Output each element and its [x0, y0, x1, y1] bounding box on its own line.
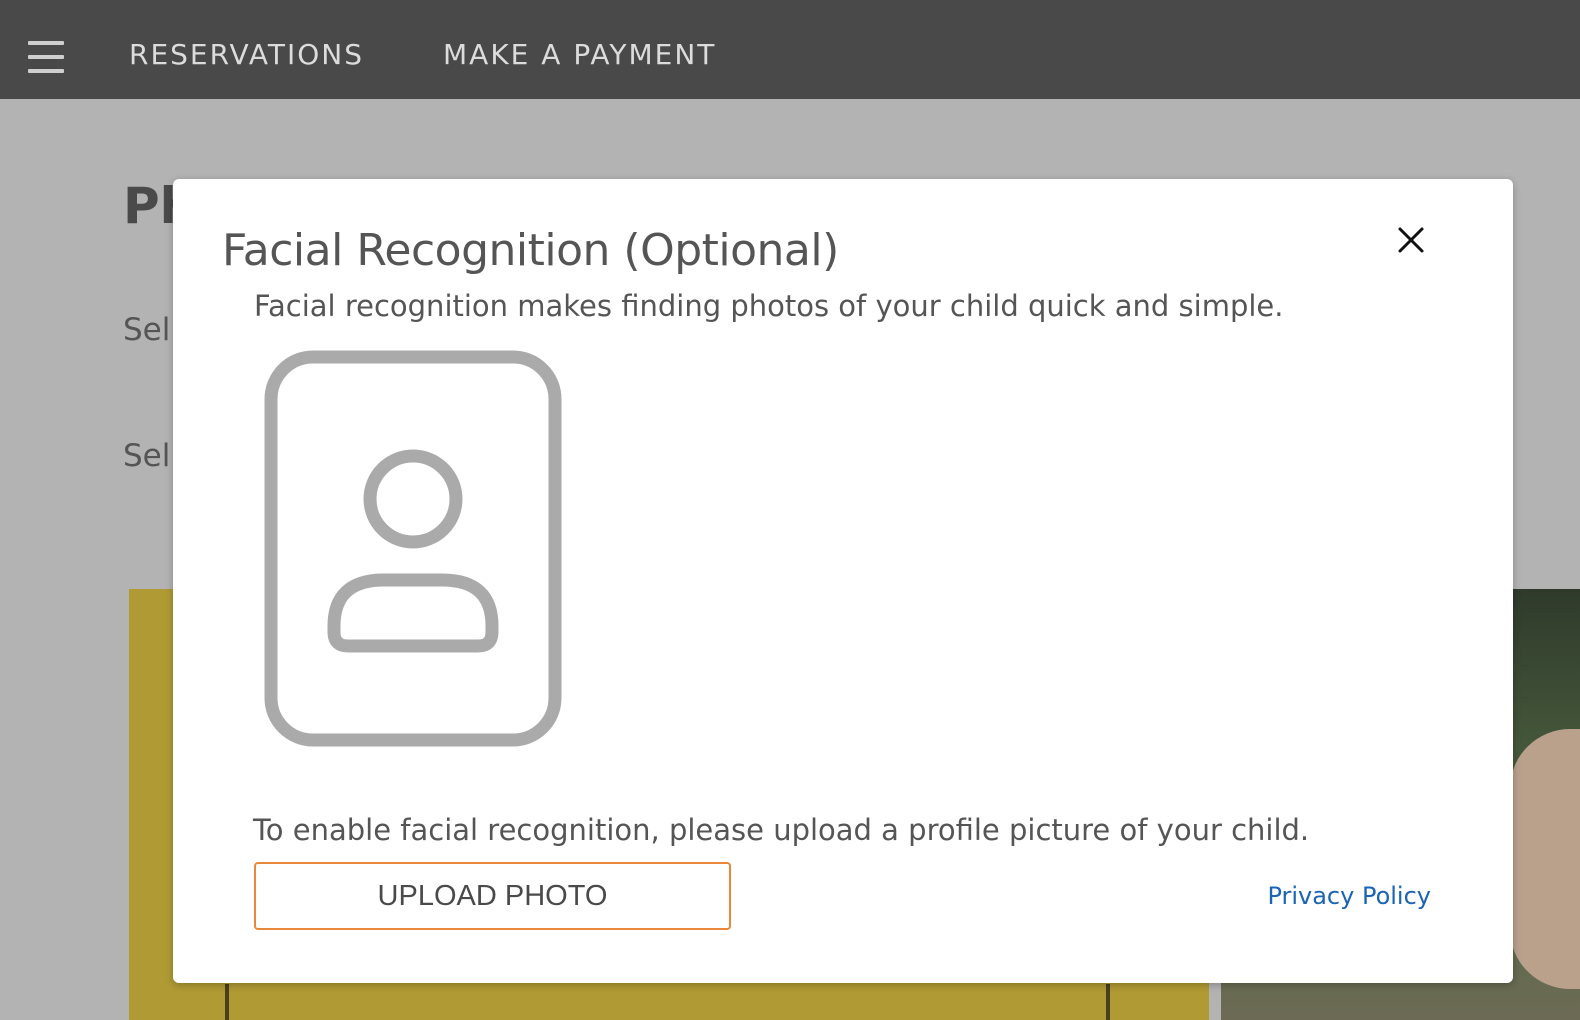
nav-link-reservations[interactable]: RESERVATIONS: [129, 38, 364, 71]
hamburger-menu-icon[interactable]: [28, 41, 64, 73]
top-nav-bar: RESERVATIONS MAKE A PAYMENT: [0, 0, 1580, 99]
nav-link-make-a-payment[interactable]: MAKE A PAYMENT: [443, 38, 716, 71]
background-select-label: Sel: [123, 438, 171, 474]
modal-instruction: To enable facial recognition, please upl…: [253, 813, 1310, 847]
close-icon[interactable]: [1397, 226, 1425, 254]
upload-photo-button[interactable]: UPLOAD PHOTO: [254, 862, 731, 930]
facial-recognition-modal: Facial Recognition (Optional) Facial rec…: [173, 179, 1513, 983]
modal-title: Facial Recognition (Optional): [222, 225, 839, 276]
modal-description: Facial recognition makes finding photos …: [254, 289, 1284, 323]
privacy-policy-link[interactable]: Privacy Policy: [1267, 882, 1431, 910]
profile-placeholder-icon: [264, 350, 562, 747]
background-select-label: Sel: [123, 312, 171, 348]
